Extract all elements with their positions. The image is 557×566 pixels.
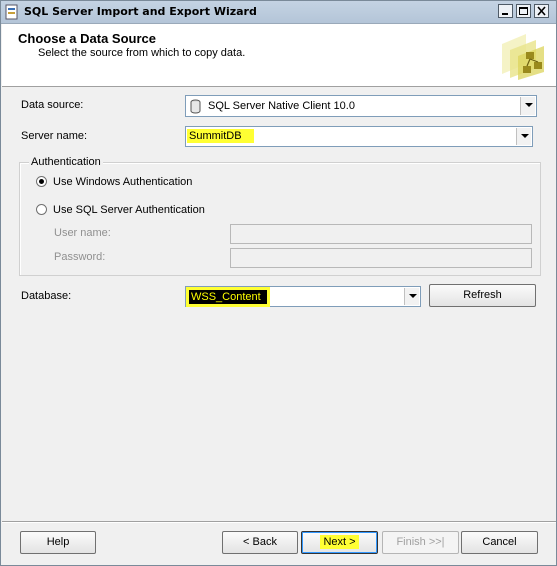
database-provider-icon [190,99,201,114]
finish-button[interactable]: Finish >>| [382,531,459,554]
data-flow-wizard-icon [502,34,544,80]
server-name-dropdown-arrow[interactable] [516,128,531,145]
server-name-label: Server name: [21,130,88,142]
refresh-button[interactable]: Refresh [429,284,536,307]
windows-auth-radio[interactable] [36,176,47,187]
minimize-button[interactable] [498,4,513,18]
password-label: Password: [54,251,106,263]
password-input[interactable] [230,248,532,268]
sql-auth-label[interactable]: Use SQL Server Authentication [53,204,205,216]
import-export-wizard-window: SQL Server Import and Export Wizard Choo… [0,0,557,566]
page-title: Choose a Data Source [18,31,156,46]
user-name-input[interactable] [230,224,532,244]
minimize-icon [502,13,508,15]
data-source-dropdown[interactable]: SQL Server Native Client 10.0 [185,95,537,117]
page-subtitle: Select the source from which to copy dat… [38,47,246,59]
server-name-value: SummitDB [187,129,254,143]
maximize-icon [519,7,528,15]
window-title: SQL Server Import and Export Wizard [24,5,257,18]
database-label: Database: [21,290,72,302]
data-source-label: Data source: [21,99,84,111]
title-bar[interactable]: SQL Server Import and Export Wizard [1,1,556,24]
sql-auth-radio[interactable] [36,204,47,215]
back-button[interactable]: < Back [222,531,298,554]
footer-separator [2,521,556,523]
database-combo[interactable]: WSS_Content [185,286,421,307]
authentication-legend: Authentication [29,156,103,168]
user-name-label: User name: [54,227,111,239]
cancel-button[interactable]: Cancel [461,531,538,554]
next-button[interactable]: Next > [301,531,378,554]
next-button-label: Next > [320,535,359,549]
maximize-button[interactable] [516,4,531,18]
close-button[interactable] [534,4,549,18]
server-name-combo[interactable]: SummitDB [185,126,533,147]
windows-auth-label[interactable]: Use Windows Authentication [53,176,192,188]
database-dropdown-arrow[interactable] [404,288,419,305]
help-button[interactable]: Help [20,531,96,554]
data-source-dropdown-arrow[interactable] [520,97,535,115]
database-value: WSS_Content [189,290,267,304]
data-source-value: SQL Server Native Client 10.0 [208,100,355,112]
close-icon [537,6,546,16]
wizard-header: Choose a Data Source Select the source f… [2,24,556,87]
wizard-app-icon [5,4,18,20]
